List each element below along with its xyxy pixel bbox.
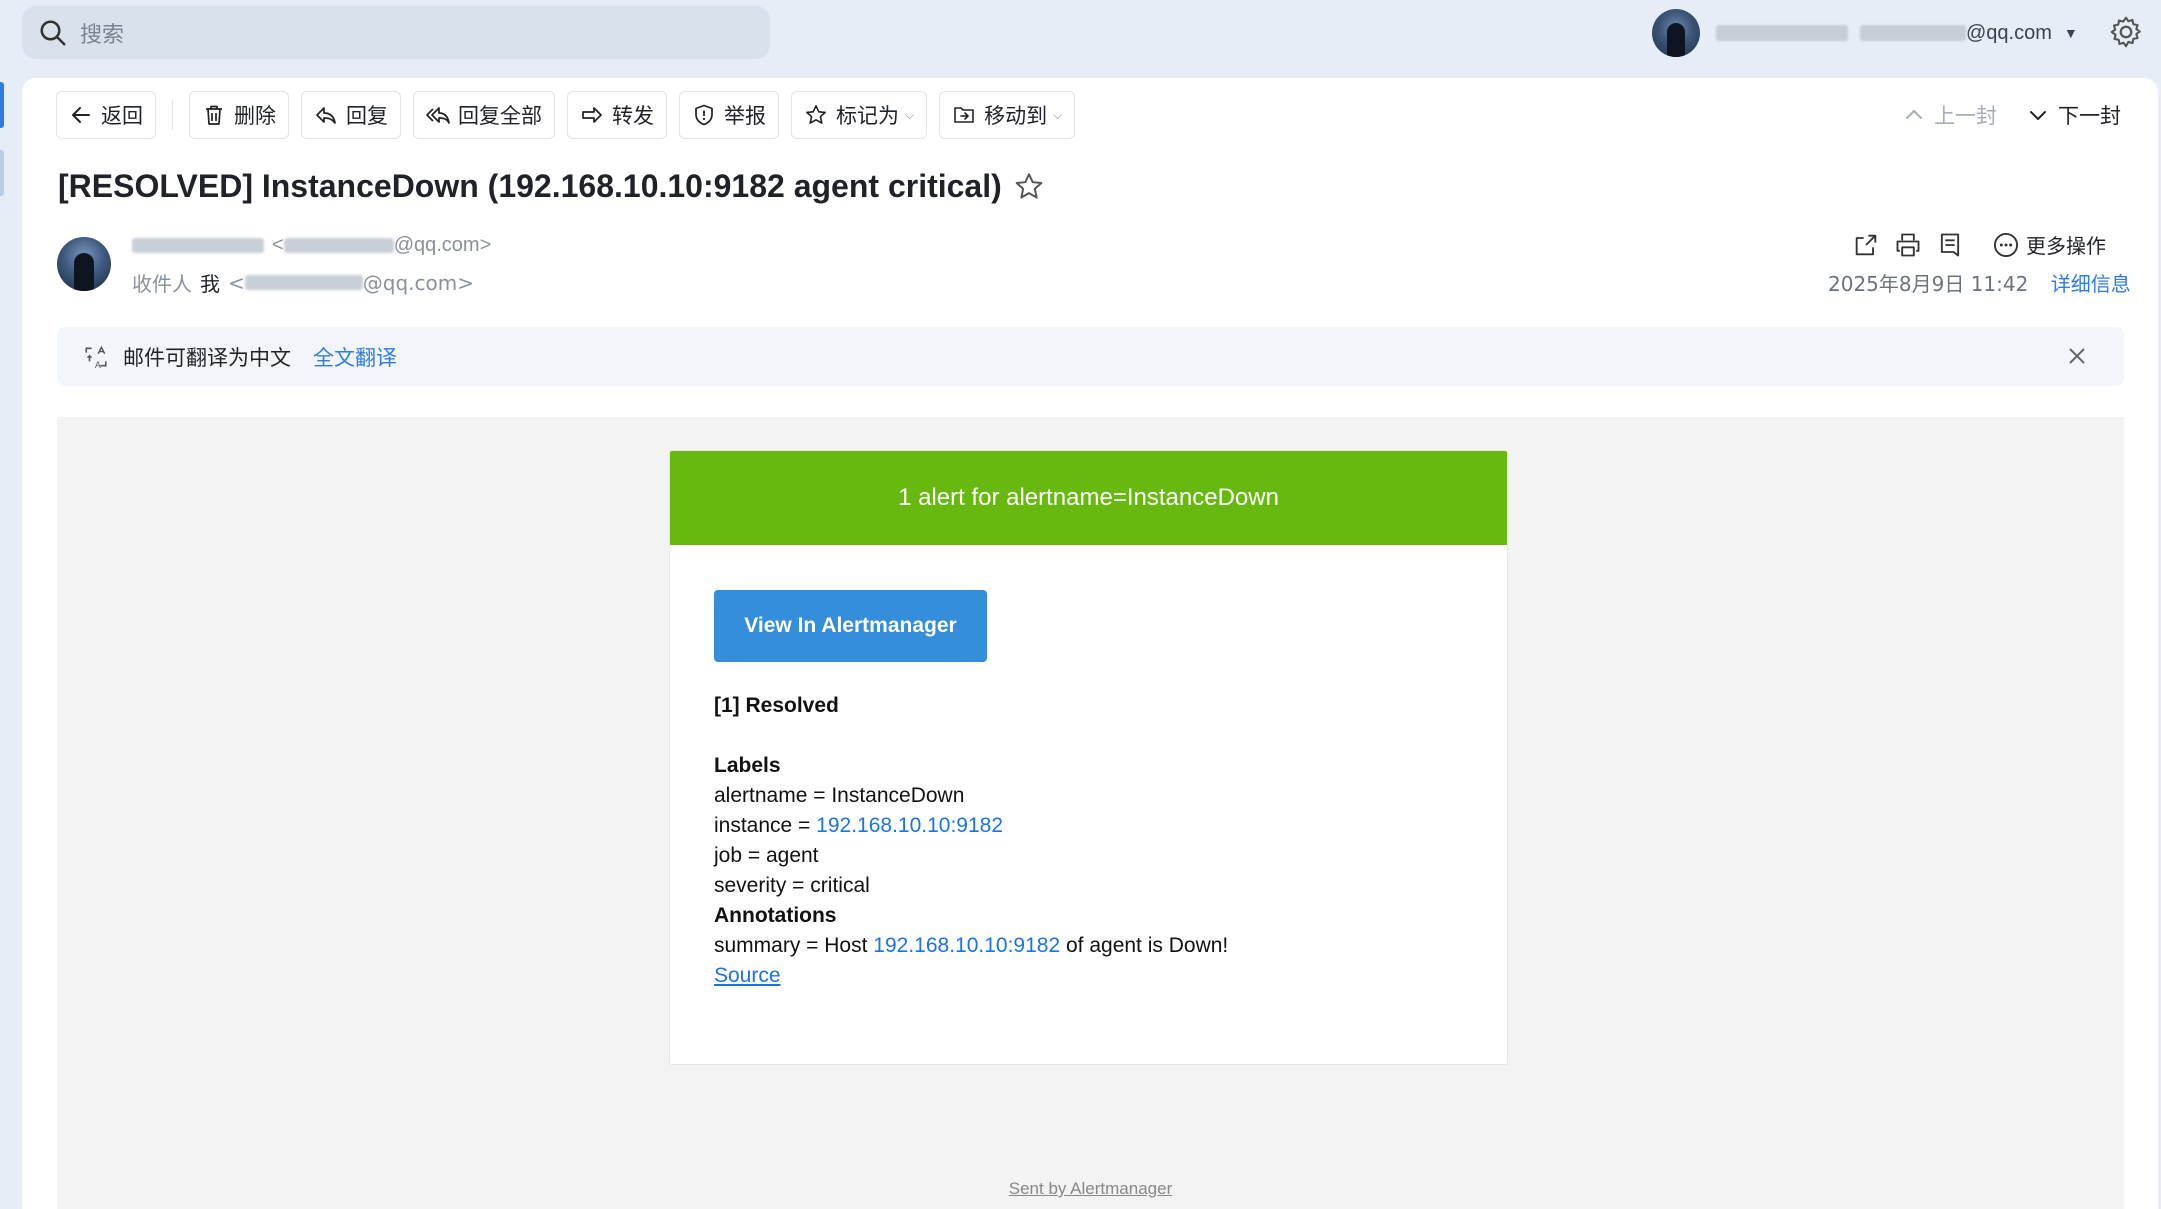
trash-icon [206,105,222,125]
gear-icon[interactable] [2108,14,2144,50]
summary-prefix: summary = Host [714,934,874,957]
chevron-down-icon: ⌵ [905,107,915,122]
forward-icon [582,107,602,123]
translate-text: 邮件可翻译为中文 [123,345,291,370]
resolved-title: [1] Resolved [714,694,839,717]
alert-card: 1 alert for alertname=InstanceDown View … [669,450,1508,1065]
label-instance: instance = 192.168.10.10:9182 [714,811,1228,841]
forward-label: 转发 [612,104,654,128]
mail-subject: [RESOLVED] InstanceDown (192.168.10.10:9… [58,168,1002,204]
recipient-line: 收件人 我 < @qq.com> [132,268,474,297]
arrow-left-icon [72,107,90,123]
sender-email-redacted [283,238,394,253]
shield-icon [695,104,713,126]
star-icon[interactable] [1012,170,1046,204]
mail-reader-panel: 返回 删除 回复 回复全部 转发 举报 标记为 ⌵ 移动到 ⌵ 上一封 下一封 … [22,78,2158,1209]
report-label: 举报 [724,104,766,128]
reply-all-icon [426,107,450,124]
sender-line[interactable]: < @qq.com> [132,234,491,257]
sidebar-indicator-active [0,82,4,128]
alert-header: 1 alert for alertname=InstanceDown [670,451,1507,545]
summary-suffix: of agent is Down! [1060,934,1229,957]
mail-date-line: 2025年8月9日 11:42 详细信息 [1828,268,2131,297]
reply-icon [316,107,336,124]
more-actions-label: 更多操作 [2026,234,2106,258]
chevron-down-icon [2030,111,2046,120]
more-actions-button[interactable]: 更多操作 [1992,230,2106,259]
search-placeholder: 搜索 [80,22,125,48]
delete-label: 删除 [234,104,276,128]
delete-button[interactable]: 删除 [189,91,289,139]
chevron-down-icon[interactable]: ▼ [2064,25,2078,41]
folder-move-icon [954,107,974,123]
instance-link[interactable]: 192.168.10.10:9182 [816,814,1003,837]
label-severity: severity = critical [714,874,870,897]
star-outline-icon [806,105,826,124]
account-email: @qq.com [1966,21,2052,44]
reply-label: 回复 [346,104,388,128]
account-email-redacted [1860,25,1966,41]
detail-info-link[interactable]: 详细信息 [2051,272,2131,296]
next-mail-button[interactable]: 下一封 [2026,100,2121,130]
avatar[interactable] [1652,9,1700,57]
labels-title: Labels [714,754,781,777]
reply-all-button[interactable]: 回复全部 [413,91,555,139]
close-icon[interactable] [2064,343,2090,369]
note-icon[interactable] [1936,231,1964,259]
label-job: job = agent [714,844,819,867]
recipient-label: 收件人 [132,272,192,296]
sent-by-footer-link[interactable]: Sent by Alertmanager [57,1179,2124,1199]
mark-as-label: 标记为 [836,104,899,128]
open-new-window-icon[interactable] [1852,231,1880,259]
more-dots-icon [1993,232,2019,257]
alert-details: [1] Resolved Labels alertname = Instance… [714,691,1228,991]
search-icon [40,20,66,45]
forward-button[interactable]: 转发 [567,91,667,139]
back-button[interactable]: 返回 [56,91,156,139]
annotation-summary: summary = Host 192.168.10.10:9182 of age… [714,931,1228,961]
source-link[interactable]: Source [714,964,781,987]
mail-body: 1 alert for alertname=InstanceDown View … [57,417,2124,1209]
label-alertname: alertname = InstanceDown [714,784,965,807]
sidebar-indicator [0,150,4,196]
reply-all-label: 回复全部 [458,104,542,128]
prev-mail-label: 上一封 [1934,104,1997,128]
move-to-dropdown[interactable]: 移动到 ⌵ [939,91,1076,139]
next-mail-label: 下一封 [2058,104,2121,128]
toolbar-divider [172,100,173,130]
view-in-alertmanager-button[interactable]: View In Alertmanager [714,590,987,662]
back-label: 返回 [101,104,143,128]
prev-mail-button[interactable]: 上一封 [1902,100,1997,130]
annotations-title: Annotations [714,904,837,927]
account-name-redacted [1716,25,1848,41]
search-input[interactable]: 搜索 [22,6,770,59]
translate-banner: A 邮件可翻译为中文 全文翻译 [57,327,2124,386]
recipient-email-suffix: @qq.com> [362,270,474,295]
header-actions: 更多操作 [1852,230,2106,259]
mark-as-dropdown[interactable]: 标记为 ⌵ [791,91,928,139]
account-menu[interactable]: @qq.com ▼ [1652,8,2078,58]
recipient-me[interactable]: 我 [200,268,220,297]
summary-host-link[interactable]: 192.168.10.10:9182 [873,934,1060,957]
top-bar: 搜索 @qq.com ▼ [0,0,2161,78]
report-button[interactable]: 举报 [679,91,779,139]
svg-text:A: A [95,360,101,369]
sender-email-suffix: @qq.com> [393,234,492,256]
sender-avatar[interactable] [57,237,111,291]
chevron-up-icon [1906,110,1922,119]
translate-icon: A [85,345,107,370]
recipient-email-redacted [244,275,363,290]
sender-name-redacted [132,238,264,253]
mail-toolbar: 返回 删除 回复 回复全部 转发 举报 标记为 ⌵ 移动到 ⌵ [56,91,1076,139]
move-to-label: 移动到 [984,104,1048,128]
mail-date: 2025年8月9日 11:42 [1828,272,2029,296]
chevron-down-icon: ⌵ [1053,107,1063,122]
reply-button[interactable]: 回复 [301,91,401,139]
translate-full-link[interactable]: 全文翻译 [313,342,397,372]
print-icon[interactable] [1894,231,1922,259]
instance-prefix: instance = [714,814,817,837]
